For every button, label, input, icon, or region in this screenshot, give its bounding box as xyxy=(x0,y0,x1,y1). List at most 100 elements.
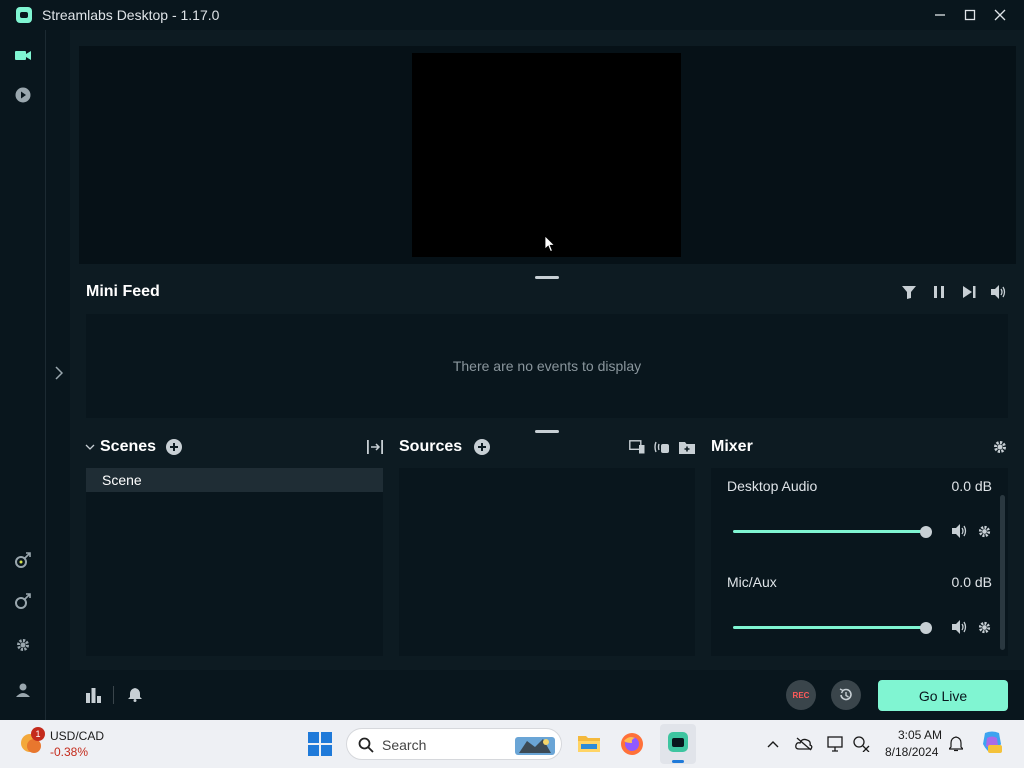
editor-nav-button[interactable] xyxy=(13,45,33,65)
stream-preview-canvas[interactable] xyxy=(412,53,681,257)
ticker-change: -0.38% xyxy=(50,745,89,759)
record-button[interactable]: REC xyxy=(786,680,816,710)
transition-icon xyxy=(367,440,383,454)
search-placeholder: Search xyxy=(382,737,427,753)
minifeed-skip-button[interactable] xyxy=(960,283,978,301)
speaker-icon xyxy=(952,620,967,634)
expand-panel-button[interactable] xyxy=(52,363,66,383)
speaker-icon xyxy=(952,524,967,538)
mixer-channel-name: Desktop Audio xyxy=(727,478,818,494)
minimize-icon xyxy=(935,14,945,16)
audio-wave-icon xyxy=(654,441,669,453)
source-display-button[interactable] xyxy=(628,438,646,456)
link-settings-icon xyxy=(15,552,31,568)
play-circle-icon xyxy=(15,87,31,103)
remote-control-button[interactable] xyxy=(13,591,33,611)
minifeed-filter-button[interactable] xyxy=(900,283,918,301)
close-icon xyxy=(994,9,1006,21)
clock-date[interactable]: 8/18/2024 xyxy=(885,745,938,759)
channel-settings-button[interactable] xyxy=(976,619,992,635)
gear-icon xyxy=(978,621,990,633)
onedrive-button[interactable] xyxy=(795,735,813,753)
profile-nav-button[interactable] xyxy=(13,680,33,700)
bell-icon xyxy=(949,736,963,752)
divider xyxy=(113,686,114,704)
close-button[interactable] xyxy=(985,0,1015,30)
minifeed-pause-button[interactable] xyxy=(930,283,948,301)
minifeed-sound-button[interactable] xyxy=(990,283,1008,301)
copilot-icon[interactable] xyxy=(979,730,1005,756)
network-off-icon xyxy=(853,736,870,752)
mute-button[interactable] xyxy=(952,523,968,539)
notifications-button[interactable] xyxy=(126,685,144,703)
settings-nav-button[interactable] xyxy=(13,635,33,655)
minifeed-resize-handle[interactable] xyxy=(535,430,559,433)
mixer-list: Desktop Audio 0.0 dB Mic/Aux 0.0 dB xyxy=(711,468,1008,656)
add-scene-button[interactable] xyxy=(165,438,183,456)
cloud-off-icon xyxy=(795,737,813,751)
add-folder-button[interactable] xyxy=(678,438,696,456)
gear-icon xyxy=(994,441,1006,453)
minifeed-title: Mini Feed xyxy=(86,283,160,300)
preview-area xyxy=(79,46,1016,264)
minimize-button[interactable] xyxy=(925,0,955,30)
chevron-up-icon xyxy=(767,741,779,748)
firefox-icon[interactable] xyxy=(620,732,644,756)
add-circle-icon xyxy=(166,439,182,455)
file-explorer-icon[interactable] xyxy=(577,732,601,756)
volume-slider-track[interactable] xyxy=(733,626,926,629)
replay-buffer-button[interactable] xyxy=(831,680,861,710)
scene-item[interactable]: Scene xyxy=(86,468,383,492)
source-audio-button[interactable] xyxy=(653,438,671,456)
scenes-title: Scenes xyxy=(100,438,157,455)
mouse-cursor-icon xyxy=(545,236,555,252)
remote-icon xyxy=(15,593,31,609)
user-icon xyxy=(16,683,30,697)
volume-slider-track[interactable] xyxy=(733,530,926,533)
volume-slider-handle[interactable] xyxy=(920,526,932,538)
chevron-down-icon xyxy=(85,444,95,450)
sources-title: Sources xyxy=(399,438,463,455)
add-circle-icon xyxy=(474,439,490,455)
streamlabs-icon xyxy=(668,732,688,752)
mixer-channel-level: 0.0 dB xyxy=(951,574,992,590)
left-sidebar xyxy=(0,30,46,720)
mixer-title: Mixer xyxy=(711,438,753,455)
channel-settings-button[interactable] xyxy=(976,523,992,539)
display-button[interactable] xyxy=(827,735,845,753)
notification-badge: 1 xyxy=(31,727,45,741)
play-nav-button[interactable] xyxy=(13,85,33,105)
scenes-collapse-button[interactable] xyxy=(84,441,96,453)
streamlabs-taskbar-button[interactable] xyxy=(660,724,696,764)
mute-button[interactable] xyxy=(952,619,968,635)
editor-main: Mini Feed There are no events to display… xyxy=(70,30,1024,720)
bar-chart-icon xyxy=(85,687,101,703)
history-icon xyxy=(839,688,852,701)
maximize-button[interactable] xyxy=(955,0,985,30)
preview-resize-handle[interactable] xyxy=(535,276,559,279)
gear-icon xyxy=(978,525,990,537)
network-button[interactable] xyxy=(853,735,871,753)
ticker-symbol: USD/CAD xyxy=(50,729,105,743)
notification-center-button[interactable] xyxy=(947,735,965,753)
minifeed-list: There are no events to display xyxy=(86,314,1008,418)
title-bar: Streamlabs Desktop - 1.17.0 xyxy=(0,0,1024,30)
search-highlight-icon xyxy=(515,737,555,755)
pause-icon xyxy=(934,286,944,298)
volume-slider-handle[interactable] xyxy=(920,622,932,634)
mixer-settings-button[interactable] xyxy=(991,438,1009,456)
scenes-list: Scene xyxy=(86,468,383,656)
windows-start-icon[interactable] xyxy=(308,732,332,756)
mixer-scrollbar[interactable] xyxy=(1000,495,1005,650)
taskbar-search[interactable]: Search xyxy=(346,728,562,760)
studio-mode-button[interactable] xyxy=(13,550,33,570)
performance-stats-button[interactable] xyxy=(84,686,102,704)
add-source-button[interactable] xyxy=(473,438,491,456)
clock-time[interactable]: 3:05 AM xyxy=(898,728,942,742)
scene-transitions-button[interactable] xyxy=(366,438,384,456)
tray-overflow-button[interactable] xyxy=(764,735,782,753)
skip-next-icon xyxy=(962,286,975,298)
go-live-button[interactable]: Go Live xyxy=(878,680,1008,711)
gear-icon xyxy=(17,639,29,651)
active-app-indicator xyxy=(672,760,684,763)
